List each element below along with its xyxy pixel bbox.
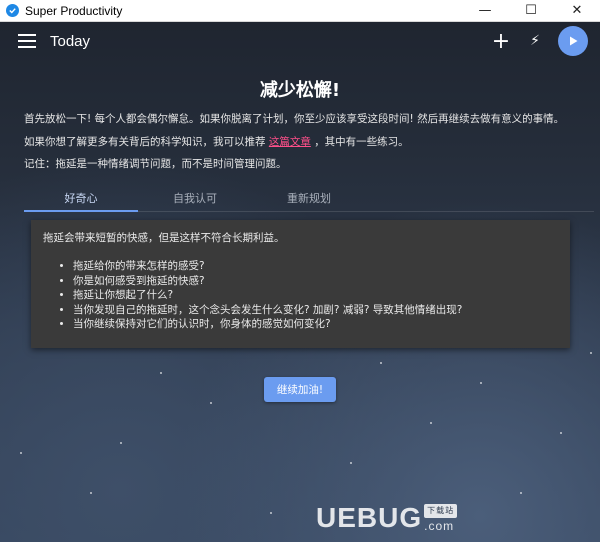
page-title: Today xyxy=(50,32,91,50)
science-text-before: 如果你想了解更多有关背后的科学知识，我可以推荐 xyxy=(24,136,266,148)
science-text-after: ，其中有一些练习。 xyxy=(314,136,409,148)
article-link[interactable]: 这篇文章 xyxy=(269,136,311,148)
reminder-paragraph: 记住：拖延是一种情绪调节问题，而不是时间管理问题。 xyxy=(24,158,287,170)
add-task-button[interactable]: + xyxy=(484,24,518,58)
tab-curiosity[interactable]: 好奇心 xyxy=(24,184,138,212)
exercise-card: 拖延会带来短暂的快感，但是这样不符合长期利益。 拖延给你的带来怎样的感受? 你是… xyxy=(31,220,570,348)
science-paragraph: 如果你想了解更多有关背后的科学知识，我可以推荐 这篇文章 ，其中有一些练习。 xyxy=(24,134,409,149)
close-button[interactable]: ✕ xyxy=(554,0,600,22)
app-main: Today + ⚡ 减少松懈! 首先放松一下! 每个人都会偶尔懈怠。如果你脱离了… xyxy=(0,22,600,542)
play-icon xyxy=(570,36,578,46)
focus-mode-button[interactable]: ⚡ xyxy=(518,24,552,58)
tab-bar: 好奇心 自我认可 重新规划 xyxy=(24,184,594,212)
play-button[interactable] xyxy=(558,26,588,56)
list-item: 你是如何感受到拖延的快感? xyxy=(73,274,558,289)
minimize-button[interactable]: — xyxy=(462,0,508,22)
watermark-brand: UEBUG xyxy=(316,502,423,533)
hamburger-menu-icon[interactable] xyxy=(18,34,36,48)
tab-replan[interactable]: 重新规划 xyxy=(252,184,366,211)
window-title: Super Productivity xyxy=(25,3,123,18)
card-intro: 拖延会带来短暂的快感，但是这样不符合长期利益。 xyxy=(43,232,285,244)
list-item: 拖延给你的带来怎样的感受? xyxy=(73,259,558,274)
list-item: 当你继续保持对它们的认识时，你身体的感觉如何变化? xyxy=(73,317,558,332)
close-icon: ✕ xyxy=(571,3,583,18)
add-icon: + xyxy=(491,28,511,54)
top-toolbar: Today + ⚡ xyxy=(0,22,600,60)
maximize-button[interactable]: ☐ xyxy=(508,0,554,22)
maximize-icon: ☐ xyxy=(525,3,537,18)
window-titlebar: Super Productivity — ☐ ✕ xyxy=(0,0,600,22)
intro-paragraph: 首先放松一下! 每个人都会偶尔懈怠。如果你脱离了计划，你至少应该享受这段时间! … xyxy=(24,113,565,125)
page-heading: 减少松懈! xyxy=(259,80,341,101)
continue-button[interactable]: 继续加油! xyxy=(264,377,336,402)
list-item: 拖延让你想起了什么? xyxy=(73,288,558,303)
minimize-icon: — xyxy=(478,3,492,18)
watermark-tag: 下载站 xyxy=(424,504,458,518)
flash-icon: ⚡ xyxy=(530,33,540,49)
watermark-domain: .com xyxy=(424,519,455,533)
question-list: 拖延给你的带来怎样的感受? 你是如何感受到拖延的快感? 拖延让你想起了什么? 当… xyxy=(73,259,558,332)
tab-self-acceptance[interactable]: 自我认可 xyxy=(138,184,252,211)
app-logo-icon xyxy=(6,4,19,17)
list-item: 当你发现自己的拖延时，这个念头会发生什么变化? 加剧? 减弱? 导致其他情绪出现… xyxy=(73,303,558,318)
watermark-logo: UEBUG 下载站 .com xyxy=(316,502,458,534)
